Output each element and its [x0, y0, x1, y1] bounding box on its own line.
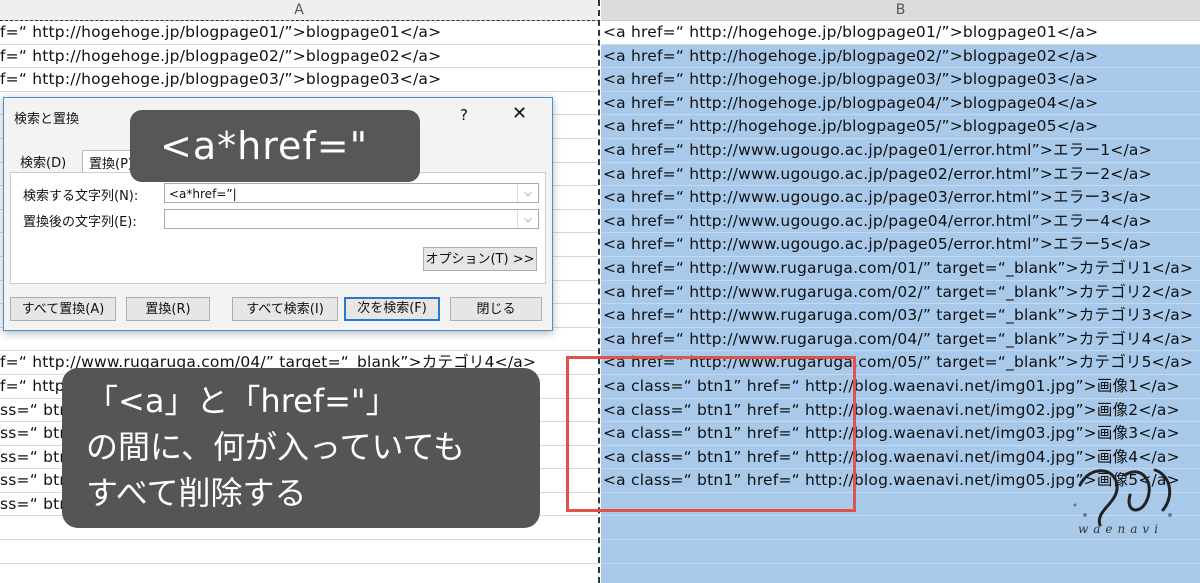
cell-row[interactable]: <a href=“ http://www.rugaruga.com/04/” t… — [601, 328, 1200, 352]
replace-pane: 検索する文字列(N): <a*href=”| ⌵ 置換後の文字列(E): ⌵ オ… — [10, 172, 546, 284]
cell-row[interactable]: <a href=“ http://www.ugougo.ac.jp/page04… — [601, 210, 1200, 234]
dialog-title: 検索と置換 — [14, 112, 80, 127]
find-next-button[interactable]: 次を検索(F) — [344, 297, 440, 321]
cell-row[interactable]: <a href=“ http://www.ugougo.ac.jp/page03… — [601, 186, 1200, 210]
replace-input[interactable]: ⌵ — [164, 209, 539, 229]
logo-text: waenavi — [1078, 522, 1164, 536]
close-button[interactable]: 閉じる — [450, 297, 542, 321]
cell-row[interactable]: <a href=“ http://hogehoge.jp/blogpage05/… — [601, 115, 1200, 139]
cell-row[interactable]: <a href=“ http://hogehoge.jp/blogpage04/… — [601, 92, 1200, 116]
cell-row[interactable] — [601, 564, 1200, 583]
cell-row[interactable]: <a href=“ http://www.ugougo.ac.jp/page02… — [601, 163, 1200, 187]
cell-row[interactable]: <a href=“ http://www.rugaruga.com/02/” t… — [601, 281, 1200, 305]
help-button[interactable]: ? — [460, 106, 468, 124]
explanation-line-3: すべて削除する — [86, 474, 307, 512]
cell-row[interactable] — [0, 540, 598, 564]
cell-row[interactable]: <a href=“ http://www.rugaruga.com/03/” t… — [601, 304, 1200, 328]
cell-row[interactable]: f=“ http://hogehoge.jp/blogpage01/”>blog… — [0, 21, 598, 45]
chevron-down-icon[interactable]: ⌵ — [517, 184, 538, 202]
cell-row[interactable]: <a href=“ http://hogehoge.jp/blogpage01/… — [601, 21, 1200, 45]
replace-label: 置換後の文字列(E): — [23, 215, 137, 230]
cell-row[interactable] — [0, 328, 598, 352]
find-input[interactable]: <a*href=”| ⌵ — [164, 183, 539, 203]
find-input-value: <a*href=”| — [169, 187, 237, 201]
find-all-button[interactable]: すべて検索(I) — [232, 297, 338, 321]
cell-row[interactable]: <a href=“ http://hogehoge.jp/blogpage02/… — [601, 45, 1200, 69]
explanation-callout: 「<a」と「href="」 の間に、何が入っていても すべて削除する — [62, 368, 540, 528]
chevron-down-icon[interactable]: ⌵ — [517, 210, 538, 228]
column-header-a[interactable]: A — [0, 0, 598, 21]
tab-search[interactable]: 検索(D) — [14, 150, 72, 173]
column-header-b[interactable]: B — [601, 0, 1200, 21]
replace-all-button[interactable]: すべて置換(A) — [10, 297, 116, 321]
replace-button[interactable]: 置換(R) — [126, 297, 210, 321]
cell-row[interactable]: f=“ http://hogehoge.jp/blogpage02/”>blog… — [0, 45, 598, 69]
cell-row[interactable]: <a href=“ http://www.ugougo.ac.jp/page01… — [601, 139, 1200, 163]
cell-row[interactable]: f=“ http://hogehoge.jp/blogpage03/”>blog… — [0, 68, 598, 92]
close-icon[interactable]: ✕ — [512, 103, 527, 124]
find-label: 検索する文字列(N): — [23, 189, 139, 204]
explanation-line-1: 「<a」と「href="」 — [86, 382, 398, 420]
explanation-line-2: の間に、何が入っていても — [86, 428, 465, 466]
cell-row[interactable]: <a href=“ http://www.ugougo.ac.jp/page05… — [601, 233, 1200, 257]
cell-row[interactable]: <a href=“ http://hogehoge.jp/blogpage03/… — [601, 68, 1200, 92]
options-button[interactable]: オプション(T) >> — [423, 247, 537, 271]
cell-row[interactable]: <a href=“ http://www.rugaruga.com/01/” t… — [601, 257, 1200, 281]
cell-row[interactable] — [0, 564, 598, 583]
pattern-callout: <a*href=" — [130, 110, 420, 182]
highlight-box — [566, 356, 856, 512]
